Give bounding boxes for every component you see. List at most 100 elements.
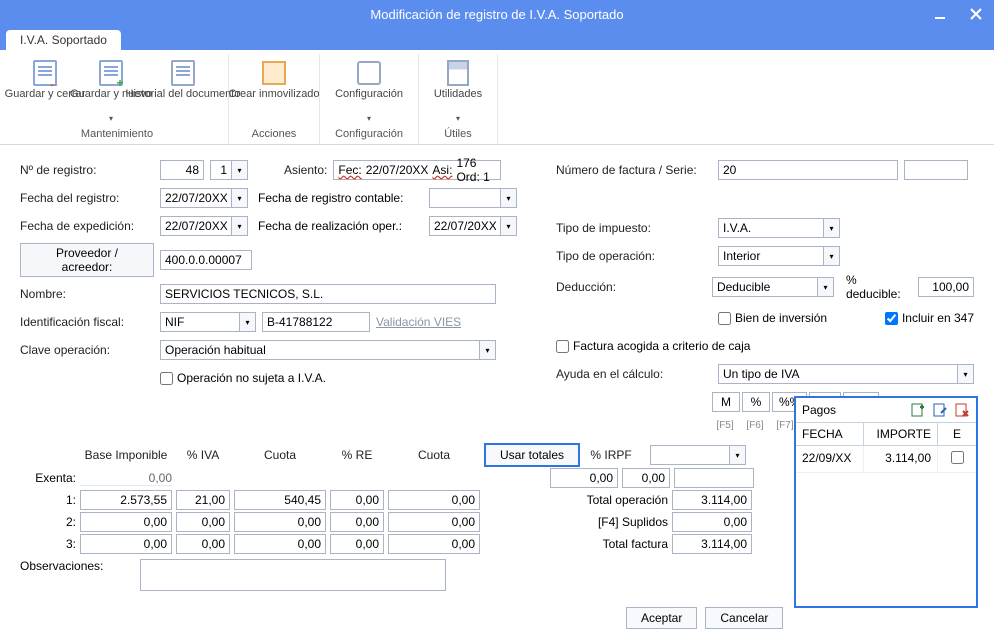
incluir-347-checkbox[interactable]: Incluir en 347 (885, 311, 974, 325)
line3-cuota[interactable] (234, 534, 326, 554)
chevron-down-icon: ▾ (109, 114, 113, 123)
window-title: Modificación de registro de I.V.A. Sopor… (370, 7, 623, 22)
pagos-row[interactable]: 22/09/XX 3.114,00 (796, 446, 976, 473)
line2-iva[interactable] (176, 512, 230, 532)
pct-deducible-input[interactable] (918, 277, 974, 297)
chevron-down-icon[interactable]: ▾ (818, 277, 834, 297)
nregistro-input[interactable] (160, 160, 204, 180)
no-sujeta-checkbox[interactable]: Operación no sujeta a I.V.A. (160, 371, 326, 385)
chevron-down-icon[interactable]: ▾ (480, 340, 496, 360)
fecha-exp-input[interactable] (160, 216, 232, 236)
irpf-select[interactable] (650, 445, 730, 465)
fecha-real-oper-input[interactable] (429, 216, 501, 236)
total-operacion-value[interactable] (672, 490, 752, 510)
criterio-caja-label: Factura acogida a criterio de caja (573, 339, 750, 353)
id-fiscal-input[interactable] (262, 312, 370, 332)
usar-totales-button[interactable]: Usar totales (484, 443, 580, 467)
utilities-label: Utilidades (391, 88, 525, 101)
minimize-icon (934, 8, 946, 20)
tab-iva-soportado[interactable]: I.V.A. Soportado (6, 30, 121, 50)
create-fixed-asset-button[interactable]: Crear inmovilizado (237, 56, 311, 126)
save-new-icon: + (99, 58, 123, 88)
irpf-val3[interactable] (674, 468, 754, 488)
chevron-down-icon[interactable]: ▾ (824, 218, 840, 238)
asiento-display[interactable]: Fec: 22/07/20XX Asi: 176 Ord: 1 (333, 160, 501, 180)
pagos-row-e-checkbox[interactable] (951, 451, 964, 464)
chevron-down-icon[interactable]: ▾ (232, 216, 248, 236)
line3-iva[interactable] (176, 534, 230, 554)
line1-cuota[interactable] (234, 490, 326, 510)
utilities-button[interactable]: Utilidades ▾ (427, 56, 489, 126)
bien-inversion-checkbox[interactable]: Bien de inversión (718, 311, 827, 325)
nregistro-label: Nº de registro: (20, 163, 154, 177)
line2-base[interactable] (80, 512, 172, 532)
f5-hint: [F5] (712, 420, 740, 431)
clave-op-select[interactable] (160, 340, 480, 360)
irpf-val1[interactable] (550, 468, 618, 488)
pagos-row-fecha: 22/09/XX (796, 446, 864, 472)
chevron-down-icon[interactable]: ▾ (824, 246, 840, 266)
deduccion-select[interactable] (712, 277, 818, 297)
line1-cuota2[interactable] (388, 490, 480, 510)
tipo-operacion-select[interactable] (718, 246, 824, 266)
asiento-fec-label: Fec: (338, 163, 361, 177)
minimize-button[interactable] (922, 0, 958, 28)
chevron-down-icon: ▾ (456, 114, 460, 123)
pagos-delete-button[interactable] (954, 402, 970, 418)
close-button[interactable] (958, 0, 994, 28)
chevron-down-icon[interactable]: ▾ (240, 312, 256, 332)
calc-m-button[interactable]: M (712, 392, 740, 412)
clave-op-label: Clave operación: (20, 343, 154, 357)
calc-pct-button[interactable]: % (742, 392, 770, 412)
pagos-col-fecha: FECHA (796, 423, 864, 445)
line2-cuota2[interactable] (388, 512, 480, 532)
nombre-input[interactable] (160, 284, 496, 304)
fecha-registro-input[interactable] (160, 188, 232, 208)
suplidos-value[interactable] (672, 512, 752, 532)
document-delete-icon (955, 403, 969, 417)
chevron-down-icon[interactable]: ▾ (232, 188, 248, 208)
total-operacion-label: Total operación (568, 493, 668, 507)
observaciones-label: Observaciones: (20, 559, 136, 573)
pagos-edit-button[interactable] (932, 402, 948, 418)
vies-link[interactable]: Validación VIES (376, 315, 461, 329)
ribbon: ← Guardar y cerrar + Guardar y nuevo ▾ H… (0, 50, 994, 145)
ayuda-calculo-select[interactable] (718, 364, 958, 384)
calculator-icon (447, 58, 469, 88)
line3-re[interactable] (330, 534, 384, 554)
line3-base[interactable] (80, 534, 172, 554)
tipo-impuesto-select[interactable] (718, 218, 824, 238)
accept-button[interactable]: Aceptar (626, 607, 697, 629)
cancel-button[interactable]: Cancelar (705, 607, 783, 629)
fecha-reg-contable-input[interactable] (429, 188, 501, 208)
pagos-title: Pagos (802, 403, 836, 417)
line2-cuota[interactable] (234, 512, 326, 532)
fecha-real-oper-label: Fecha de realización oper.: (258, 219, 423, 233)
asiento-asi-value: 176 Ord: 1 (456, 156, 496, 184)
pagos-row-e[interactable] (938, 446, 976, 472)
total-factura-value[interactable] (672, 534, 752, 554)
line1-base[interactable] (80, 490, 172, 510)
chevron-down-icon[interactable]: ▾ (730, 445, 746, 465)
proveedor-button[interactable]: Proveedor / acreedor: (20, 243, 154, 277)
line2-re[interactable] (330, 512, 384, 532)
pagos-col-e: E (938, 423, 976, 445)
criterio-caja-checkbox[interactable]: Factura acogida a criterio de caja (556, 339, 750, 353)
doc-history-icon (171, 58, 195, 88)
serie-input[interactable] (904, 160, 968, 180)
line3-cuota2[interactable] (388, 534, 480, 554)
chevron-down-icon[interactable]: ▾ (232, 160, 248, 180)
f6-hint: [F6] (742, 420, 770, 431)
irpf-val2[interactable] (622, 468, 670, 488)
nregistro-sub-input[interactable] (210, 160, 232, 180)
chevron-down-icon[interactable]: ▾ (501, 216, 517, 236)
chevron-down-icon[interactable]: ▾ (958, 364, 974, 384)
proveedor-input[interactable] (160, 250, 252, 270)
line1-re[interactable] (330, 490, 384, 510)
pagos-add-button[interactable] (910, 402, 926, 418)
line1-iva[interactable] (176, 490, 230, 510)
chevron-down-icon[interactable]: ▾ (501, 188, 517, 208)
observaciones-textarea[interactable] (140, 559, 446, 591)
numfactura-input[interactable] (718, 160, 898, 180)
id-fiscal-type-select[interactable] (160, 312, 240, 332)
